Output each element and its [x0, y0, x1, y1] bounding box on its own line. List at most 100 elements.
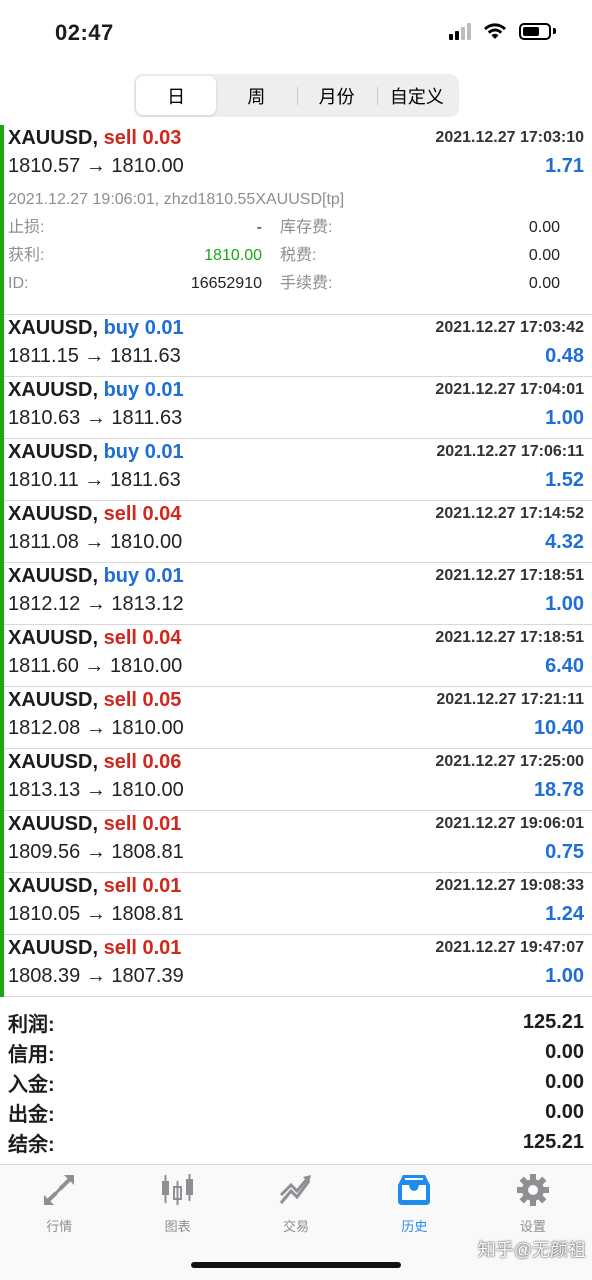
deal-prices: 1810.57 → 1810.00: [8, 153, 184, 179]
deal-symbol-line: XAUUSD, sell 0.03: [8, 125, 181, 151]
deal-row[interactable]: XAUUSD, buy 0.01 2021.12.27 17:04:01 1810.…: [0, 377, 592, 439]
deal-type: sell: [103, 937, 137, 959]
order-id-value: 16652910: [190, 275, 262, 292]
tab-quotes-arrows[interactable]: 行情: [0, 1173, 118, 1237]
tab-history-inbox[interactable]: 历史: [355, 1173, 473, 1237]
deal-prices: 1812.12 → 1813.12: [8, 591, 184, 617]
open-price: 1812.08: [8, 717, 81, 739]
grid-gap: [262, 243, 280, 269]
close-price: 1807.39: [111, 965, 184, 987]
tab-label: 历史: [401, 1219, 428, 1234]
segment-2[interactable]: 月份: [296, 76, 377, 115]
segment-0[interactable]: 日: [136, 76, 217, 115]
deal-volume: 0.04: [142, 503, 182, 525]
deal-row[interactable]: XAUUSD, sell 0.03 2021.12.27 17:03:10 1810…: [0, 125, 592, 315]
close-price: 1808.81: [111, 841, 184, 863]
tab-candlestick-chart[interactable]: 图表: [118, 1173, 236, 1237]
arrow-icon: →: [84, 655, 105, 677]
deal-row[interactable]: XAUUSD, buy 0.01 2021.12.27 17:06:11 1810.…: [0, 439, 592, 501]
deal-row[interactable]: XAUUSD, buy 0.01 2021.12.27 17:18:51 1812.…: [0, 563, 592, 625]
deal-type: buy: [103, 565, 140, 587]
deal-volume: 0.01: [142, 813, 182, 835]
summary-value: 125.21: [522, 1010, 584, 1033]
summary-label: 结余:: [8, 1133, 55, 1156]
deal-history-list: XAUUSD, sell 0.03 2021.12.27 17:03:10 1810…: [0, 125, 592, 997]
arrow-icon: →: [84, 531, 105, 553]
summary-row: 信用: 0.00: [0, 1037, 592, 1067]
deal-row[interactable]: XAUUSD, sell 0.01 2021.12.27 19:06:01 1809…: [0, 811, 592, 873]
deal-symbol: XAUUSD,: [8, 689, 99, 711]
tab-label: 设置: [519, 1219, 546, 1234]
period-segmented-control: 日周月份 自定义: [134, 74, 459, 117]
segment-1[interactable]: 周: [216, 76, 296, 115]
close-price: 1810.00: [109, 531, 183, 553]
arrow-icon: →: [85, 903, 106, 925]
deal-type: sell: [103, 627, 137, 649]
swap-cell: 库存费: 0.00: [280, 215, 560, 241]
stop-loss-label: 止损:: [8, 219, 45, 236]
deal-row[interactable]: XAUUSD, sell 0.04 2021.12.27 17:14:52 1811…: [0, 501, 592, 563]
deal-profit: 4.32: [545, 531, 584, 553]
deal-profit: 10.40: [533, 717, 584, 739]
summary-label: 入金:: [8, 1073, 55, 1096]
segment-3[interactable]: 自定义: [376, 76, 457, 115]
tab-gear[interactable]: 设置: [474, 1173, 592, 1237]
deal-symbol-line: XAUUSD, buy 0.01: [8, 377, 184, 403]
deal-profit: 1.71: [545, 155, 584, 177]
deal-symbol-line: XAUUSD, sell 0.04: [8, 625, 181, 651]
summary-value: 0.00: [545, 1100, 584, 1123]
open-price: 1810.11: [8, 469, 79, 491]
deal-row[interactable]: XAUUSD, sell 0.01 2021.12.27 19:47:07 1808…: [0, 935, 592, 997]
close-price: 1810.00: [111, 155, 184, 177]
deal-prices: 1811.15 → 1811.63: [8, 343, 181, 369]
deal-symbol: XAUUSD,: [8, 503, 99, 525]
deal-detail-grid: 止损: - 库存费: 0.00 获利: 1810.00 税费: 0.00 ID: 16652910…: [8, 215, 584, 297]
deal-row[interactable]: XAUUSD, sell 0.04 2021.12.27 17:18:51 1811…: [0, 625, 592, 687]
deal-symbol-line: XAUUSD, sell 0.01: [8, 873, 181, 899]
summary-value: 125.21: [522, 1130, 584, 1153]
deal-symbol-line: XAUUSD, sell 0.01: [8, 811, 181, 837]
arrow-icon: →: [85, 155, 106, 177]
order-id-cell: ID: 16652910: [8, 271, 262, 297]
deal-prices: 1810.63 → 1811.63: [8, 405, 182, 431]
open-price: 1811.15: [8, 345, 79, 367]
tab-trade-trend[interactable]: 交易: [237, 1173, 355, 1237]
deal-row[interactable]: XAUUSD, sell 0.01 2021.12.27 19:08:33 1810…: [0, 873, 592, 935]
summary-label: 利润:: [8, 1013, 55, 1036]
deal-symbol-line: XAUUSD, sell 0.04: [8, 501, 181, 527]
deal-prices: 1808.39 → 1807.39: [8, 963, 184, 989]
arrow-icon: →: [84, 345, 105, 367]
deal-time: 2021.12.27 17:25:00: [435, 753, 584, 770]
order-id-label: ID:: [8, 275, 29, 292]
deal-symbol: XAUUSD,: [8, 937, 99, 959]
close-price: 1810.00: [109, 655, 183, 677]
deal-symbol: XAUUSD,: [8, 565, 99, 587]
deal-symbol: XAUUSD,: [8, 317, 99, 339]
deal-row[interactable]: XAUUSD, sell 0.06 2021.12.27 17:25:00 1813…: [0, 749, 592, 811]
grid-gap: [262, 215, 280, 241]
commission-label: 手续费:: [280, 275, 333, 292]
deal-prices: 1812.08 → 1810.00: [8, 715, 184, 741]
deal-type: sell: [103, 751, 137, 773]
summary-row: 入金: 0.00: [0, 1067, 592, 1097]
arrow-icon: →: [85, 593, 106, 615]
deal-time: 2021.12.27 17:14:52: [435, 505, 584, 522]
open-price: 1812.12: [8, 593, 81, 615]
account-summary: 利润: 125.21 信用: 0.00 入金: 0.00 出金: 0.00 结余: 125.21: [0, 1007, 592, 1157]
deal-symbol-line: XAUUSD, sell 0.06: [8, 749, 181, 775]
deal-volume: 0.01: [142, 875, 182, 897]
deal-prices: 1813.13 → 1810.00: [8, 777, 184, 803]
close-price: 1808.81: [111, 903, 184, 925]
battery-icon: [519, 22, 556, 40]
status-icons: [449, 22, 556, 40]
open-price: 1810.63: [8, 407, 81, 429]
deal-profit: 6.40: [545, 655, 584, 677]
deal-row[interactable]: XAUUSD, buy 0.01 2021.12.27 17:03:42 1811.…: [0, 315, 592, 377]
deal-type: sell: [103, 127, 137, 149]
watermark: 知乎@无颜祖: [477, 1240, 586, 1260]
deal-time: 2021.12.27 17:06:11: [436, 443, 584, 460]
deal-prices: 1809.56 → 1808.81: [8, 839, 184, 865]
deal-type: sell: [103, 503, 137, 525]
deal-row[interactable]: XAUUSD, sell 0.05 2021.12.27 17:21:11 1812…: [0, 687, 592, 749]
deal-symbol: XAUUSD,: [8, 379, 99, 401]
